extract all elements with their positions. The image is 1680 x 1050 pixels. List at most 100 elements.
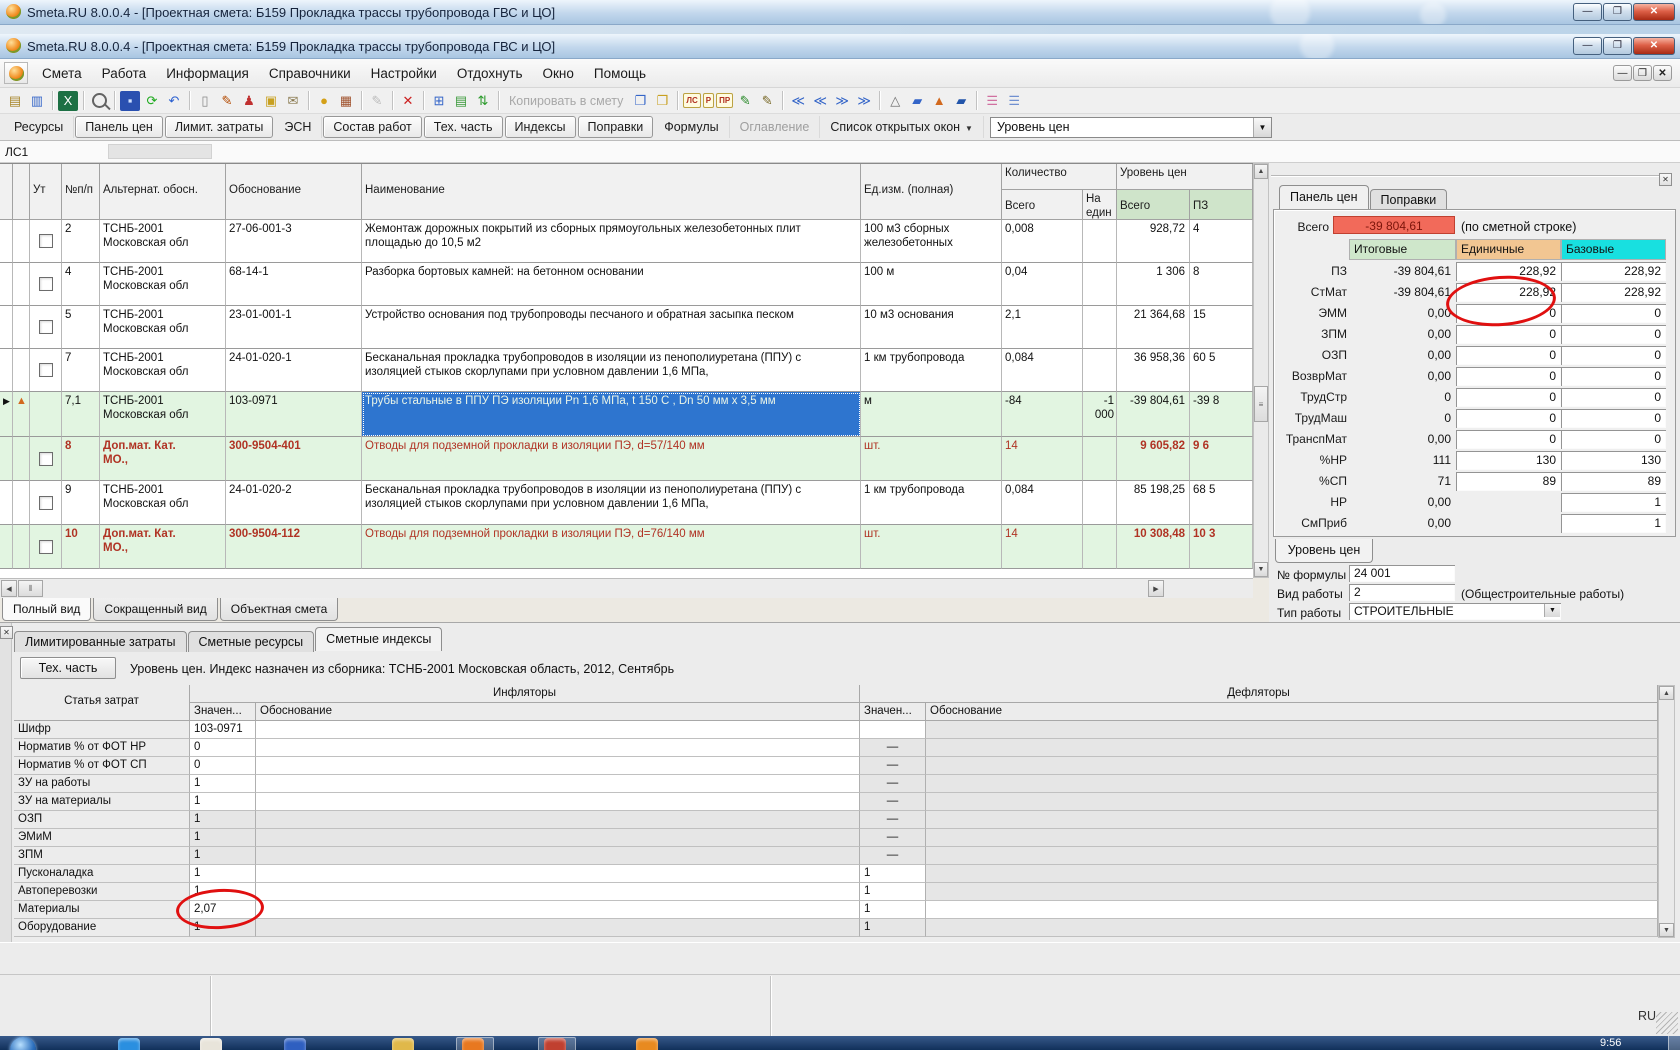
- work-name-cell[interactable]: Разборка бортовых камней: на бетонном ос…: [362, 263, 861, 306]
- inflator-basis-cell[interactable]: [256, 919, 860, 937]
- vscroll-thumb[interactable]: ≡: [1254, 386, 1268, 422]
- deflator-value-cell[interactable]: [860, 721, 926, 739]
- price-base-value[interactable]: 0: [1561, 367, 1666, 386]
- unit-cell[interactable]: 100 м3 сборных железобетонных: [861, 220, 1002, 263]
- inflator-value-cell[interactable]: 1: [190, 793, 256, 811]
- deflator-value-cell[interactable]: 1: [860, 919, 926, 937]
- price-base-value[interactable]: 1: [1561, 514, 1666, 533]
- price-base-value[interactable]: 1: [1561, 493, 1666, 512]
- price-unit-value[interactable]: 0: [1456, 409, 1561, 428]
- level-left-icon[interactable]: ≫: [832, 91, 852, 111]
- row-number-cell[interactable]: 8: [62, 437, 100, 481]
- price-pz-cell[interactable]: -39 8: [1190, 392, 1253, 437]
- basis-code-cell[interactable]: 103-0971: [226, 392, 362, 437]
- scroll-down-icon[interactable]: ▼: [1659, 923, 1674, 937]
- approve-checkbox-cell[interactable]: [30, 392, 62, 437]
- grid-hscrollbar[interactable]: ◀ ⦀ ▶: [0, 578, 1253, 598]
- quantity-cell[interactable]: 0,008: [1002, 220, 1083, 263]
- close-button[interactable]: ✕: [1633, 3, 1675, 21]
- approve-checkbox-cell[interactable]: [30, 263, 62, 306]
- quantity-cell[interactable]: -84: [1002, 392, 1083, 437]
- inflator-value-cell[interactable]: 0: [190, 739, 256, 757]
- bottom-tab-1[interactable]: Сметные ресурсы: [188, 631, 315, 652]
- price-base-value[interactable]: 228,92: [1561, 283, 1666, 302]
- price-pz-cell[interactable]: 10 3: [1190, 525, 1253, 569]
- materials-icon[interactable]: ▲: [929, 91, 949, 111]
- row-icon-cell[interactable]: [13, 437, 30, 481]
- quantity-cell[interactable]: 14: [1002, 525, 1083, 569]
- price-total-cell[interactable]: 10 308,48: [1117, 525, 1190, 569]
- price-total-cell[interactable]: 9 605,82: [1117, 437, 1190, 481]
- calculator-icon[interactable]: ⊞: [429, 91, 449, 111]
- inflator-basis-cell[interactable]: [256, 721, 860, 739]
- row-number-cell[interactable]: 10: [62, 525, 100, 569]
- row-indicator[interactable]: [0, 481, 13, 525]
- view-tab-2[interactable]: Объектная смета: [220, 598, 339, 621]
- scroll-up-icon[interactable]: ▲: [1254, 164, 1268, 179]
- excel-icon[interactable]: X: [58, 91, 78, 111]
- row-number-cell[interactable]: 5: [62, 306, 100, 349]
- row-indicator[interactable]: [0, 437, 13, 481]
- price-total-cell[interactable]: 928,72: [1117, 220, 1190, 263]
- estimate-row-4[interactable]: 4ТСНБ-2001Московская обл68-14-1Разборка …: [0, 263, 1253, 306]
- ie-icon[interactable]: [118, 1038, 140, 1050]
- quantity-per-unit-cell[interactable]: [1083, 437, 1117, 481]
- mdi-minimize-button[interactable]: —: [1613, 65, 1632, 81]
- unit-cell[interactable]: м: [861, 392, 1002, 437]
- search-icon[interactable]: [89, 91, 109, 111]
- price-base-value[interactable]: 0: [1561, 430, 1666, 449]
- truck-icon[interactable]: ▰: [907, 91, 927, 111]
- deflator-value-cell[interactable]: —: [860, 739, 926, 757]
- outline-add-icon[interactable]: ▥: [27, 91, 47, 111]
- row-number-cell[interactable]: 7: [62, 349, 100, 392]
- inflator-value-cell[interactable]: 1: [190, 847, 256, 865]
- close-button[interactable]: ✕: [1633, 37, 1675, 55]
- mdi-restore-button[interactable]: ❐: [1633, 65, 1652, 81]
- pr-doc-icon[interactable]: ПР: [716, 93, 733, 108]
- alt-basis-cell[interactable]: Доп.мат. Кат.МО.,: [100, 437, 226, 481]
- unit-cell[interactable]: 10 м3 основания: [861, 306, 1002, 349]
- deflator-value-cell[interactable]: 1: [860, 883, 926, 901]
- approve-checkbox[interactable]: [39, 234, 53, 248]
- deflator-value-cell[interactable]: —: [860, 793, 926, 811]
- inflator-basis-cell[interactable]: [256, 775, 860, 793]
- price-unit-value[interactable]: 0: [1456, 430, 1561, 449]
- tab-1[interactable]: Панель цен: [75, 116, 163, 138]
- insert-row-icon[interactable]: ▤: [451, 91, 471, 111]
- app-blue-icon[interactable]: [284, 1038, 306, 1050]
- approve-checkbox-cell[interactable]: [30, 220, 62, 263]
- alt-basis-cell[interactable]: Доп.мат. Кат.МО.,: [100, 525, 226, 569]
- price-unit-value[interactable]: 228,92: [1456, 283, 1561, 302]
- price-base-value[interactable]: 0: [1561, 346, 1666, 365]
- refresh-icon[interactable]: ⟳: [142, 91, 162, 111]
- menu-item-1[interactable]: Работа: [92, 63, 157, 84]
- approve-checkbox-cell[interactable]: [30, 306, 62, 349]
- deflator-basis-cell[interactable]: [926, 793, 1658, 811]
- inflator-value-cell[interactable]: 1: [190, 883, 256, 901]
- row-indicator[interactable]: [0, 306, 13, 349]
- price-unit-value[interactable]: 89: [1456, 472, 1561, 491]
- deflator-value-cell[interactable]: —: [860, 847, 926, 865]
- alt-basis-cell[interactable]: ТСНБ-2001Московская обл: [100, 306, 226, 349]
- inflator-basis-cell[interactable]: [256, 829, 860, 847]
- deflator-value-cell[interactable]: —: [860, 811, 926, 829]
- quantity-per-unit-cell[interactable]: [1083, 481, 1117, 525]
- basis-code-cell[interactable]: 300-9504-401: [226, 437, 362, 481]
- inflator-value-cell[interactable]: 0: [190, 757, 256, 775]
- save-icon[interactable]: ▪: [120, 91, 140, 111]
- price-unit-value[interactable]: [1456, 493, 1561, 512]
- sheet-edit-box[interactable]: [108, 144, 212, 159]
- transport-icon[interactable]: ▰: [951, 91, 971, 111]
- row-number-cell[interactable]: 7,1: [62, 392, 100, 437]
- basis-code-cell[interactable]: 27-06-001-3: [226, 220, 362, 263]
- price-unit-value[interactable]: 0: [1456, 367, 1561, 386]
- estimate-row-5[interactable]: 5ТСНБ-2001Московская обл23-01-001-1Устро…: [0, 306, 1253, 349]
- work-name-cell[interactable]: Отводы для подземной прокладки в изоляци…: [362, 525, 861, 569]
- quantity-cell[interactable]: 14: [1002, 437, 1083, 481]
- inflator-basis-cell[interactable]: [256, 739, 860, 757]
- row-icon-cell[interactable]: ▲: [13, 392, 30, 437]
- row-icon-cell[interactable]: [13, 220, 30, 263]
- alt-basis-cell[interactable]: ТСНБ-2001Московская обл: [100, 220, 226, 263]
- unit-cell[interactable]: 100 м: [861, 263, 1002, 306]
- tab-10[interactable]: Список открытых окон▼: [820, 116, 984, 138]
